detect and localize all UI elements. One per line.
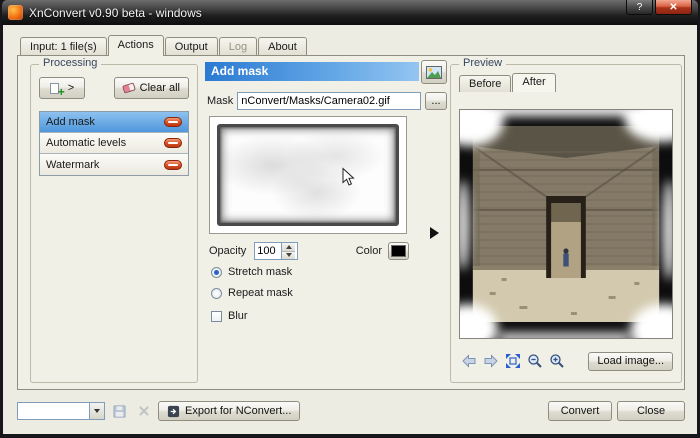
tab-actions[interactable]: Actions: [108, 35, 164, 56]
preview-group: Preview Before After: [450, 64, 682, 383]
close-button[interactable]: Close: [617, 401, 685, 421]
title-bar-buttons: ? ✕: [626, 0, 692, 15]
save-preset-button[interactable]: [110, 402, 129, 421]
tab-about[interactable]: About: [258, 37, 307, 55]
blur-label: Blur: [228, 310, 248, 322]
window-title: XnConvert v0.90 beta - windows: [29, 6, 202, 20]
apply-arrow-icon: [430, 227, 439, 239]
tab-before[interactable]: Before: [459, 75, 511, 92]
opacity-input[interactable]: [255, 243, 281, 259]
processing-group: Processing + > Clear all Add: [30, 64, 198, 383]
processing-group-label: Processing: [39, 57, 101, 69]
zoom-in-icon: [549, 353, 565, 369]
color-label: Color: [356, 245, 382, 257]
next-image-button[interactable]: [481, 352, 500, 371]
spin-up-icon[interactable]: [282, 243, 295, 252]
action-item-label: Automatic levels: [46, 137, 158, 149]
repeat-mask-label: Repeat mask: [228, 287, 293, 299]
eraser-icon: [122, 82, 136, 93]
preset-input[interactable]: [18, 403, 89, 419]
action-list: Add mask Automatic levels Watermark: [39, 111, 189, 176]
picture-button[interactable]: [421, 60, 447, 84]
zoom-out-button[interactable]: [525, 352, 544, 371]
tab-bar: Input: 1 file(s) Actions Output Log Abou…: [20, 35, 308, 56]
fit-to-window-icon: [505, 353, 521, 369]
processing-toolbar: + > Clear all: [39, 77, 189, 99]
spin-down-icon[interactable]: [282, 252, 295, 260]
floppy-disk-icon: [112, 404, 127, 419]
combo-dropdown-icon[interactable]: [89, 403, 104, 419]
preview-tab-bar: Before After: [459, 73, 557, 92]
repeat-mask-option[interactable]: Repeat mask: [211, 287, 293, 299]
previous-image-button[interactable]: [459, 352, 478, 371]
preview-image: [459, 109, 673, 339]
preset-combobox[interactable]: [17, 402, 105, 420]
add-mask-panel: Add mask Mask ...: [203, 60, 455, 385]
app-icon: [8, 5, 23, 20]
opacity-spinner: [254, 242, 298, 260]
actions-tab-page: Processing + > Clear all Add: [17, 55, 685, 390]
remove-action-button[interactable]: [164, 117, 182, 127]
clear-all-label: Clear all: [140, 82, 180, 94]
title-bar[interactable]: XnConvert v0.90 beta - windows ? ✕: [2, 0, 698, 25]
repeat-mask-radio[interactable]: [211, 288, 222, 299]
export-icon: [167, 405, 180, 418]
stretch-mask-option[interactable]: Stretch mask: [211, 266, 292, 278]
opacity-label: Opacity: [209, 245, 246, 257]
browse-mask-button[interactable]: ...: [425, 92, 447, 110]
tab-log: Log: [219, 37, 257, 55]
load-image-button[interactable]: Load image...: [588, 352, 673, 371]
action-item-add-mask[interactable]: Add mask: [40, 112, 188, 133]
action-item-label: Add mask: [46, 116, 158, 128]
opacity-row: Opacity Color: [209, 242, 409, 260]
mouse-cursor-icon: [342, 167, 355, 187]
help-button[interactable]: ?: [626, 0, 653, 15]
mask-path-input[interactable]: [237, 92, 421, 110]
preview-group-label: Preview: [459, 57, 506, 69]
mask-label: Mask: [207, 95, 233, 107]
delete-preset-button[interactable]: [134, 402, 153, 421]
window-body: Input: 1 file(s) Actions Output Log Abou…: [3, 25, 697, 434]
add-action-button[interactable]: + >: [39, 77, 85, 99]
stretch-mask-label: Stretch mask: [228, 266, 292, 278]
mask-preview: [209, 116, 407, 234]
export-nconvert-button[interactable]: Export for NConvert...: [158, 401, 300, 421]
preview-toolbar: Load image...: [459, 351, 673, 371]
mask-thumbnail: [217, 124, 399, 226]
app-window: XnConvert v0.90 beta - windows ? ✕ Input…: [0, 0, 700, 438]
add-mask-panel-header: Add mask: [205, 62, 419, 81]
action-item-label: Watermark: [46, 159, 158, 171]
action-item-watermark[interactable]: Watermark: [40, 154, 188, 175]
window-close-button[interactable]: ✕: [655, 0, 692, 15]
arrow-right-icon: [483, 353, 499, 369]
footer-bar: Export for NConvert... Convert Close: [17, 400, 685, 422]
tab-output[interactable]: Output: [165, 37, 218, 55]
action-item-automatic-levels[interactable]: Automatic levels: [40, 133, 188, 154]
add-action-label: >: [68, 82, 74, 94]
zoom-in-button[interactable]: [547, 352, 566, 371]
clear-all-button[interactable]: Clear all: [114, 77, 189, 99]
tab-after[interactable]: After: [512, 73, 555, 92]
mask-file-row: Mask ...: [207, 92, 447, 110]
zoom-fit-button[interactable]: [503, 352, 522, 371]
zoom-out-icon: [527, 353, 543, 369]
remove-action-button[interactable]: [164, 160, 182, 170]
blur-option[interactable]: Blur: [211, 310, 248, 322]
masked-photo: [460, 110, 672, 338]
tab-input[interactable]: Input: 1 file(s): [20, 37, 107, 55]
convert-button[interactable]: Convert: [548, 401, 612, 421]
export-nconvert-label: Export for NConvert...: [185, 405, 291, 417]
arrow-left-icon: [461, 353, 477, 369]
remove-action-button[interactable]: [164, 138, 182, 148]
delete-x-icon: [137, 404, 151, 418]
color-picker-button[interactable]: [388, 242, 409, 260]
color-swatch: [391, 245, 406, 257]
picture-icon: [426, 66, 442, 79]
add-action-icon: +: [50, 82, 63, 95]
stretch-mask-radio[interactable]: [211, 267, 222, 278]
blur-checkbox[interactable]: [211, 311, 222, 322]
